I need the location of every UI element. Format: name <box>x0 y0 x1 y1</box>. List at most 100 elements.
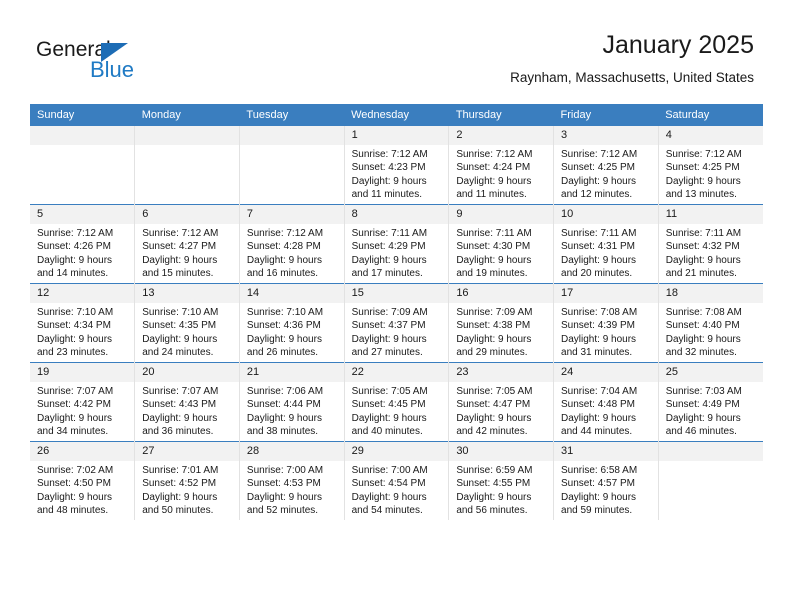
calendar-day-cell[interactable]: 11 Sunrise: 7:11 AM Sunset: 4:32 PM Dayligh… <box>658 204 763 284</box>
calendar-day-cell[interactable]: 13 Sunrise: 7:10 AM Sunset: 4:35 PM Dayligh… <box>134 283 240 363</box>
calendar-day-cell[interactable]: 6 Sunrise: 7:12 AM Sunset: 4:27 PM Daylight… <box>134 204 240 284</box>
calendar-day-cell[interactable]: 28 Sunrise: 7:00 AM Sunset: 4:53 PM Dayligh… <box>239 441 345 520</box>
calendar-day-cell[interactable]: 1 Sunrise: 7:12 AM Sunset: 4:23 PM Daylight… <box>344 126 450 205</box>
sunset-time: Sunset: 4:49 PM <box>665 399 740 411</box>
sunset-time: Sunset: 4:37 PM <box>351 320 426 332</box>
daylight-duration-line2: and 27 minutes. <box>351 347 423 359</box>
daylight-duration-line2: and 40 minutes. <box>351 426 423 438</box>
day-details: Sunrise: 7:12 AM Sunset: 4:24 PM Daylight:… <box>449 145 553 202</box>
daylight-duration-line2: and 52 minutes. <box>246 505 319 517</box>
day-number: 16 <box>449 284 554 303</box>
weekday-header-wednesday: Wednesday <box>344 104 449 126</box>
calendar-day-cell[interactable]: 17 Sunrise: 7:08 AM Sunset: 4:39 PM Dayligh… <box>553 283 659 363</box>
day-number: 24 <box>554 363 658 382</box>
day-number: 3 <box>554 126 658 145</box>
day-details: Sunrise: 7:08 AM Sunset: 4:39 PM Daylight:… <box>554 303 658 360</box>
calendar-day-cell[interactable]: 3 Sunrise: 7:12 AM Sunset: 4:25 PM Daylight… <box>553 126 659 205</box>
calendar-day-cell[interactable]: 15 Sunrise: 7:09 AM Sunset: 4:37 PM Dayligh… <box>344 283 450 363</box>
calendar-week-row: 1 Sunrise: 7:12 AM Sunset: 4:23 PM Daylight… <box>30 126 763 205</box>
sunset-time: Sunset: 4:34 PM <box>37 320 111 332</box>
calendar-day-cell[interactable]: 29 Sunrise: 7:00 AM Sunset: 4:54 PM Dayligh… <box>344 441 450 520</box>
calendar-page: General Blue January 2025 Raynham, Massa… <box>0 0 792 612</box>
calendar-day-cell[interactable]: 5 Sunrise: 7:12 AM Sunset: 4:26 PM Daylight… <box>30 204 136 284</box>
daylight-duration-line1: Daylight: 9 hours <box>561 491 637 503</box>
day-details: Sunrise: 7:05 AM Sunset: 4:45 PM Daylight:… <box>345 382 449 439</box>
calendar-day-cell[interactable]: 19 Sunrise: 7:07 AM Sunset: 4:42 PM Dayligh… <box>30 362 136 442</box>
daylight-duration-line2: and 26 minutes. <box>246 347 319 359</box>
sunrise-time: Sunrise: 7:07 AM <box>142 386 219 397</box>
sunset-time: Sunset: 4:38 PM <box>456 320 531 332</box>
day-details: Sunrise: 7:04 AM Sunset: 4:48 PM Daylight:… <box>554 382 658 439</box>
day-details: Sunrise: 7:00 AM Sunset: 4:53 PM Daylight:… <box>240 461 344 518</box>
daylight-duration-line2: and 50 minutes. <box>142 505 214 517</box>
day-number: 12 <box>30 284 135 303</box>
sunrise-time: Sunrise: 7:12 AM <box>351 149 428 160</box>
calendar-day-cell[interactable]: 16 Sunrise: 7:09 AM Sunset: 4:38 PM Dayligh… <box>448 283 555 363</box>
calendar-day-cell[interactable]: 20 Sunrise: 7:07 AM Sunset: 4:43 PM Dayligh… <box>134 362 240 442</box>
calendar-day-cell[interactable]: 12 Sunrise: 7:10 AM Sunset: 4:34 PM Dayligh… <box>30 283 136 363</box>
sunrise-time: Sunrise: 7:00 AM <box>246 465 324 476</box>
calendar-day-cell[interactable]: 30 Sunrise: 6:59 AM Sunset: 4:55 PM Dayligh… <box>448 441 555 520</box>
day-details: Sunrise: 7:07 AM Sunset: 4:42 PM Daylight:… <box>30 382 134 439</box>
day-number: 23 <box>449 363 554 382</box>
calendar-day-cell[interactable]: 4 Sunrise: 7:12 AM Sunset: 4:25 PM Daylight… <box>658 126 763 205</box>
day-number <box>135 126 239 145</box>
calendar-day-cell[interactable]: 24 Sunrise: 7:04 AM Sunset: 4:48 PM Dayligh… <box>553 362 659 442</box>
calendar-day-cell[interactable]: 9 Sunrise: 7:11 AM Sunset: 4:30 PM Daylight… <box>448 204 555 284</box>
calendar-day-cell[interactable]: 23 Sunrise: 7:05 AM Sunset: 4:47 PM Dayligh… <box>448 362 555 442</box>
sunset-time: Sunset: 4:57 PM <box>561 478 635 490</box>
sunrise-time: Sunrise: 7:11 AM <box>665 228 742 239</box>
sunset-time: Sunset: 4:24 PM <box>456 162 531 174</box>
day-details: Sunrise: 7:01 AM Sunset: 4:52 PM Daylight:… <box>135 461 239 518</box>
general-blue-logo[interactable]: General Blue <box>36 38 276 90</box>
day-number: 19 <box>30 363 135 382</box>
day-number: 2 <box>449 126 554 145</box>
sunrise-time: Sunrise: 7:10 AM <box>246 307 324 318</box>
calendar-day-cell[interactable]: 31 Sunrise: 6:58 AM Sunset: 4:57 PM Dayligh… <box>553 441 659 520</box>
calendar-day-cell-empty <box>658 441 763 520</box>
daylight-duration-line1: Daylight: 9 hours <box>142 491 218 503</box>
day-details: Sunrise: 6:59 AM Sunset: 4:55 PM Daylight:… <box>449 461 553 518</box>
weekday-header-monday: Monday <box>134 104 240 126</box>
day-number: 20 <box>135 363 239 382</box>
sunset-time: Sunset: 4:45 PM <box>351 399 426 411</box>
calendar-day-cell[interactable]: 21 Sunrise: 7:06 AM Sunset: 4:44 PM Dayligh… <box>239 362 345 442</box>
sunset-time: Sunset: 4:35 PM <box>142 320 217 332</box>
calendar-day-cell[interactable]: 8 Sunrise: 7:11 AM Sunset: 4:29 PM Daylight… <box>344 204 450 284</box>
sunset-time: Sunset: 4:52 PM <box>142 478 217 490</box>
day-number <box>30 126 135 145</box>
daylight-duration-line1: Daylight: 9 hours <box>246 491 322 503</box>
sunset-time: Sunset: 4:27 PM <box>142 241 217 253</box>
calendar-day-cell[interactable]: 7 Sunrise: 7:12 AM Sunset: 4:28 PM Daylight… <box>239 204 345 284</box>
daylight-duration-line2: and 46 minutes. <box>665 426 737 438</box>
calendar-week-row: 26 Sunrise: 7:02 AM Sunset: 4:50 PM Dayligh… <box>30 441 763 520</box>
calendar-day-cell[interactable]: 26 Sunrise: 7:02 AM Sunset: 4:50 PM Dayligh… <box>30 441 136 520</box>
sunrise-time: Sunrise: 7:05 AM <box>456 386 533 397</box>
sunset-time: Sunset: 4:44 PM <box>246 399 321 411</box>
daylight-duration-line2: and 23 minutes. <box>37 347 109 359</box>
day-details: Sunrise: 7:05 AM Sunset: 4:47 PM Daylight:… <box>449 382 553 439</box>
calendar-day-cell-empty <box>134 126 240 205</box>
day-number: 18 <box>658 284 763 303</box>
daylight-duration-line1: Daylight: 9 hours <box>246 254 322 266</box>
calendar-day-cell[interactable]: 18 Sunrise: 7:08 AM Sunset: 4:40 PM Dayligh… <box>658 283 763 363</box>
calendar-day-cell[interactable]: 22 Sunrise: 7:05 AM Sunset: 4:45 PM Dayligh… <box>344 362 450 442</box>
daylight-duration-line2: and 56 minutes. <box>456 505 528 517</box>
sunrise-time: Sunrise: 7:10 AM <box>37 307 114 318</box>
day-details: Sunrise: 7:11 AM Sunset: 4:29 PM Daylight:… <box>345 224 449 281</box>
sunset-time: Sunset: 4:39 PM <box>561 320 635 332</box>
day-number: 13 <box>135 284 239 303</box>
calendar-day-cell[interactable]: 2 Sunrise: 7:12 AM Sunset: 4:24 PM Daylight… <box>448 126 555 205</box>
calendar-day-cell[interactable]: 25 Sunrise: 7:03 AM Sunset: 4:49 PM Dayligh… <box>658 362 763 442</box>
day-details: Sunrise: 7:09 AM Sunset: 4:38 PM Daylight:… <box>449 303 553 360</box>
daylight-duration-line2: and 16 minutes. <box>246 268 319 280</box>
calendar-day-cell[interactable]: 27 Sunrise: 7:01 AM Sunset: 4:52 PM Dayligh… <box>134 441 240 520</box>
daylight-duration-line1: Daylight: 9 hours <box>246 412 322 424</box>
calendar-day-cell[interactable]: 10 Sunrise: 7:11 AM Sunset: 4:31 PM Dayligh… <box>553 204 659 284</box>
calendar-day-cell[interactable]: 14 Sunrise: 7:10 AM Sunset: 4:36 PM Dayligh… <box>239 283 345 363</box>
sunset-time: Sunset: 4:30 PM <box>456 241 531 253</box>
daylight-duration-line2: and 54 minutes. <box>351 505 423 517</box>
daylight-duration-line1: Daylight: 9 hours <box>665 333 741 345</box>
daylight-duration-line2: and 11 minutes. <box>456 189 527 201</box>
daylight-duration-line1: Daylight: 9 hours <box>37 333 113 345</box>
